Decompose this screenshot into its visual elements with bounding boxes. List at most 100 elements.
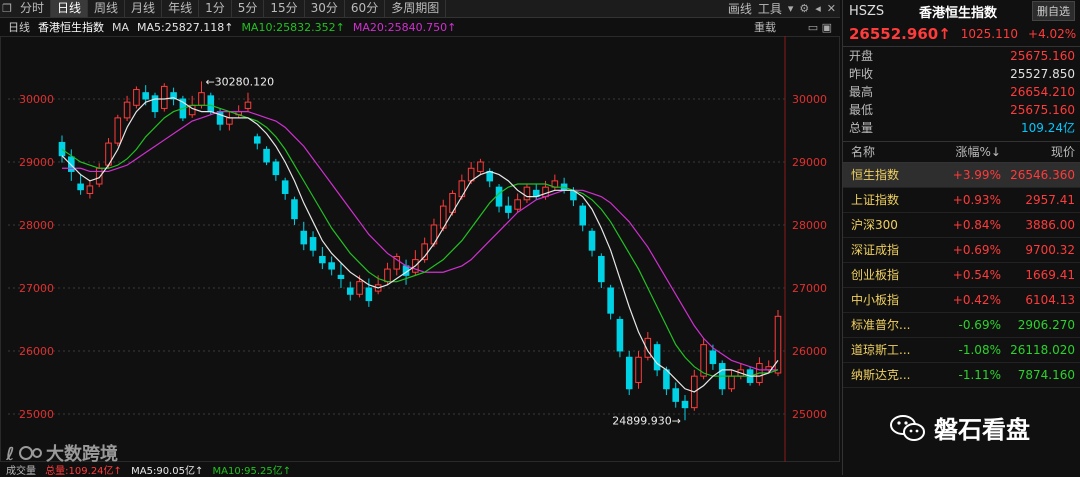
volume-ma10: MA10:95.25亿↑ (212, 466, 292, 477)
y-tick-label-right: 29000 (792, 156, 827, 169)
row-price: 26118.020 (1010, 343, 1075, 357)
candle-body (207, 95, 215, 113)
candle-body (579, 205, 587, 226)
stat-value: 25527.850 (1010, 67, 1075, 81)
table-row[interactable]: 恒生指数 +3.99% 26546.360 (843, 163, 1080, 188)
period-tab[interactable]: 30分 (305, 0, 345, 17)
table-row[interactable]: 上证指数 +0.93% 2957.41 (843, 188, 1080, 213)
col-price-header[interactable]: 现价 (1001, 142, 1080, 162)
period-tab[interactable]: 分时 (14, 0, 52, 17)
row-name: 上证指数 (851, 193, 900, 207)
expand-icon[interactable]: ❐ (0, 2, 14, 16)
table-row[interactable]: 纳斯达克... -1.11% 7874.160 (843, 363, 1080, 388)
row-price: 7874.160 (1017, 368, 1075, 382)
remove-watchlist-button[interactable]: 删自选 (1032, 1, 1075, 21)
row-price: 9700.32 (1025, 243, 1075, 257)
table-row[interactable]: 沪深300 +0.84% 3886.00 (843, 213, 1080, 238)
low-annotation: 24899.930→ (612, 414, 681, 427)
candle-body (588, 230, 596, 251)
y-tick-label-right: 27000 (792, 282, 827, 295)
quote-panel: HSZS 香港恒生指数 删自选 26552.960↑ 1025.110 +4.0… (842, 0, 1080, 475)
watermark-text: 磐石看盘 (934, 416, 1030, 444)
y-tick-label-right: 25000 (792, 408, 827, 421)
reload-button[interactable]: 重载 (754, 19, 776, 35)
y-tick-label-left: 25000 (19, 408, 54, 421)
candle-body (337, 274, 345, 280)
tools-button[interactable]: 工具 (758, 0, 782, 17)
period-tab[interactable]: 1分 (199, 0, 232, 17)
stat-value: 109.24亿 (1021, 121, 1075, 135)
col-name-header[interactable]: 名称 (843, 142, 933, 162)
y-tick-label-left: 28000 (19, 219, 54, 232)
row-name: 创业板指 (851, 268, 900, 282)
row-price: 6104.13 (1025, 293, 1075, 307)
stat-label: 总量 (849, 121, 874, 135)
stat-label: 最低 (849, 103, 874, 117)
row-pct: -0.69% (958, 318, 1001, 332)
dropdown-icon[interactable]: ▾ (788, 2, 794, 15)
price-change: 1025.110 (960, 27, 1019, 41)
row-price: 2906.270 (1017, 318, 1075, 332)
table-row[interactable]: 道琼斯工... -1.08% 26118.020 (843, 338, 1080, 363)
candle-body (68, 156, 75, 172)
row-name: 深证成指 (851, 243, 900, 257)
stat-row: 最低 25675.160 (843, 101, 1080, 119)
period-label: 日线 (8, 21, 30, 34)
row-name: 沪深300 (851, 218, 898, 232)
row-price: 2957.41 (1025, 193, 1075, 207)
candle-body (672, 388, 680, 402)
gear-icon[interactable]: ⚙ (799, 2, 809, 15)
period-tab[interactable]: 日线 (51, 0, 89, 17)
stat-label: 昨收 (849, 67, 874, 81)
candlestick-chart[interactable]: 25000 25000 26000 26000 27000 27000 28000 28000… (0, 36, 840, 462)
table-row[interactable]: 深证成指 +0.69% 9700.32 (843, 238, 1080, 263)
row-pct: -1.08% (958, 343, 1001, 357)
candle-body (774, 315, 782, 374)
candle-body (272, 161, 280, 176)
high-annotation: ←30280.120 (205, 75, 274, 88)
y-tick-label-left: 26000 (19, 345, 54, 358)
candle-body (598, 255, 605, 283)
table-row[interactable]: 标准普尔... -0.69% 2906.270 (843, 313, 1080, 338)
candle-body (607, 287, 614, 314)
ma-selector[interactable]: MA (112, 21, 129, 34)
col-pct-header[interactable]: 涨幅%↓ (933, 142, 1001, 162)
candle-body (142, 92, 149, 100)
candle-body (505, 205, 512, 213)
draw-line-button[interactable]: 画线 (728, 0, 752, 17)
table-row[interactable]: 创业板指 +0.54% 1669.41 (843, 263, 1080, 288)
candle-body (309, 237, 317, 251)
candle-body (77, 183, 84, 191)
period-tab[interactable]: 多周期图 (385, 0, 447, 17)
current-price: 26552.960↑ (849, 25, 951, 43)
row-pct: +0.54% (952, 268, 1001, 282)
candle-body (198, 92, 205, 106)
period-tab[interactable]: 60分 (345, 0, 386, 17)
period-tab[interactable]: 5分 (232, 0, 265, 17)
brand-logo: ℓ 大数跨境 (6, 440, 118, 466)
wechat-watermark: 磐石看盘 (890, 410, 1030, 445)
chart-frame (0, 36, 840, 462)
period-tab[interactable]: 月线 (125, 0, 163, 17)
ma5-line (61, 97, 779, 393)
period-tab[interactable]: 年线 (162, 0, 200, 17)
candle-body (133, 89, 140, 106)
candle-body (477, 161, 484, 172)
row-name: 道琼斯工... (851, 343, 911, 357)
period-tab[interactable]: 15分 (264, 0, 305, 17)
table-row[interactable]: 中小板指 +0.42% 6104.13 (843, 288, 1080, 313)
ma20-value: MA20:25840.750↑ (352, 20, 457, 34)
candle-body (616, 318, 624, 352)
ma10-value: MA10:25832.352↑ (241, 20, 345, 34)
close-icon[interactable]: ✕ (827, 2, 836, 15)
volume-total: 总量:109.24亿↑ (45, 466, 122, 477)
period-tab[interactable]: 周线 (88, 0, 126, 17)
y-tick-label-right: 30000 (792, 93, 827, 106)
logo-icon: ℓ (6, 444, 42, 464)
window-icons[interactable]: ▭ ▣ (808, 21, 832, 34)
candle-body (58, 141, 66, 157)
stat-value: 26654.210 (1010, 85, 1075, 99)
y-tick-label-left: 30000 (19, 93, 54, 106)
prev-icon[interactable]: ◂ (815, 2, 821, 15)
y-tick-label-left: 29000 (19, 156, 54, 169)
